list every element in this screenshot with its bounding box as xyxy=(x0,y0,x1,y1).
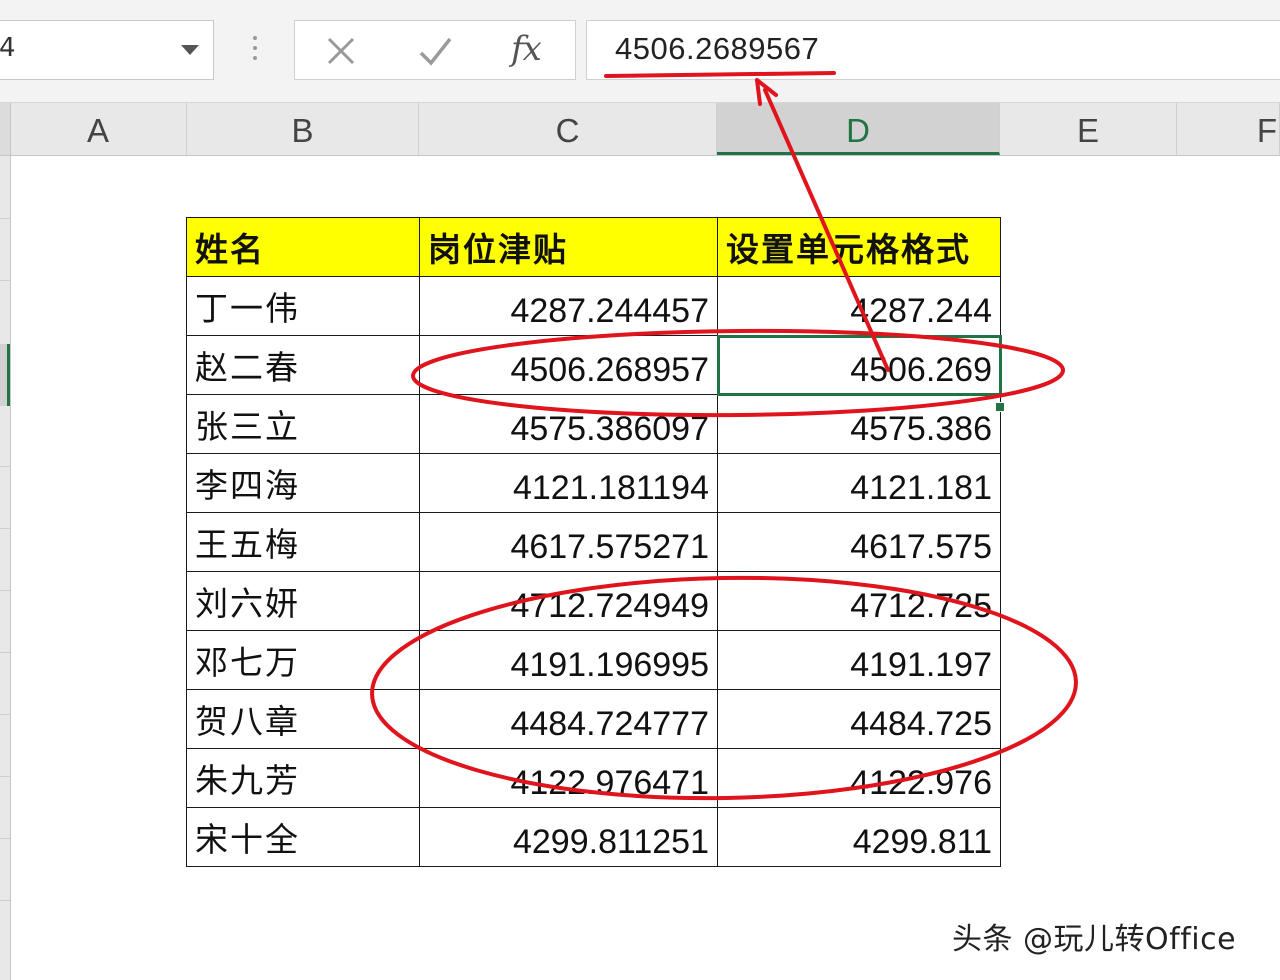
allowance-cell[interactable]: 4299.811251 xyxy=(419,807,718,867)
column-header-a[interactable]: A xyxy=(10,103,187,155)
insert-function-icon[interactable]: fx xyxy=(511,29,542,69)
column-header-c[interactable]: C xyxy=(419,103,717,155)
formatted-cell[interactable]: 4617.575 xyxy=(717,512,1001,572)
name-box[interactable]: 4 xyxy=(0,20,214,80)
name-cell[interactable]: 丁一伟 xyxy=(186,276,420,336)
chevron-down-icon[interactable] xyxy=(181,45,199,55)
allowance-cell[interactable]: 4617.575271 xyxy=(419,512,718,572)
formatted-cell[interactable]: 4575.386 xyxy=(717,394,1001,454)
name-box-value: 4 xyxy=(0,33,16,63)
allowance-cell[interactable]: 4484.724777 xyxy=(419,689,718,749)
name-cell[interactable]: 王五梅 xyxy=(186,512,420,572)
formatted-cell[interactable]: 4191.197 xyxy=(717,630,1001,690)
column-header-e[interactable]: E xyxy=(1000,103,1177,155)
allowance-cell[interactable]: 4506.268957 xyxy=(419,335,718,395)
check-icon[interactable] xyxy=(415,31,455,71)
header-cell-formatted[interactable]: 设置单元格格式 xyxy=(717,217,1001,277)
name-cell[interactable]: 刘六妍 xyxy=(186,571,420,631)
allowance-cell[interactable]: 4122.976471 xyxy=(419,748,718,808)
active-row-header[interactable] xyxy=(0,344,10,406)
name-cell[interactable]: 赵二春 xyxy=(186,335,420,395)
table-row: 王五梅 4617.575271 4617.575 xyxy=(186,512,1001,572)
table-row: 邓七万 4191.196995 4191.197 xyxy=(186,630,1001,690)
table-header-row: 姓名 岗位津贴 设置单元格格式 xyxy=(186,217,1001,277)
formula-buttons: fx xyxy=(294,20,576,80)
allowance-cell[interactable]: 4191.196995 xyxy=(419,630,718,690)
formatted-cell[interactable]: 4122.976 xyxy=(717,748,1001,808)
formatted-cell[interactable]: 4299.811 xyxy=(717,807,1001,867)
formula-input[interactable]: 4506.2689567 xyxy=(586,20,1280,80)
table-row: 朱九芳 4122.976471 4122.976 xyxy=(186,748,1001,808)
name-cell[interactable]: 邓七万 xyxy=(186,630,420,690)
table-row: 宋十全 4299.811251 4299.811 xyxy=(186,807,1001,867)
table-row: 贺八章 4484.724777 4484.725 xyxy=(186,689,1001,749)
column-header-f[interactable]: F xyxy=(1177,103,1280,155)
allowance-cell[interactable]: 4712.724949 xyxy=(419,571,718,631)
data-table: 姓名 岗位津贴 设置单元格格式 丁一伟 4287.244457 4287.244… xyxy=(186,217,1002,867)
table-row: 张三立 4575.386097 4575.386 xyxy=(186,394,1001,454)
column-header-d[interactable]: D xyxy=(717,103,1000,155)
table-row: 赵二春 4506.268957 4506.269 xyxy=(186,334,1002,396)
formatted-cell[interactable]: 4712.725 xyxy=(717,571,1001,631)
fill-handle[interactable] xyxy=(995,402,1005,412)
name-cell[interactable]: 贺八章 xyxy=(186,689,420,749)
formatted-cell[interactable]: 4121.181 xyxy=(717,453,1001,513)
header-cell-allowance[interactable]: 岗位津贴 xyxy=(419,217,718,277)
allowance-cell[interactable]: 4287.244457 xyxy=(419,276,718,336)
table-row: 丁一伟 4287.244457 4287.244 xyxy=(186,276,1001,336)
allowance-cell[interactable]: 4121.181194 xyxy=(419,453,718,513)
active-formatted-cell[interactable]: 4506.269 xyxy=(716,334,1002,396)
formula-bar: 4 fx 4506.2689567 xyxy=(0,0,1280,103)
allowance-cell[interactable]: 4575.386097 xyxy=(419,394,718,454)
formula-value: 4506.2689567 xyxy=(615,31,820,66)
column-header-b[interactable]: B xyxy=(187,103,419,155)
formatted-cell[interactable]: 4287.244 xyxy=(717,276,1001,336)
row-headers[interactable] xyxy=(0,156,11,980)
x-icon[interactable] xyxy=(321,31,361,71)
formatted-cell[interactable]: 4484.725 xyxy=(717,689,1001,749)
table-row: 刘六妍 4712.724949 4712.725 xyxy=(186,571,1001,631)
column-headers: A B C D E F xyxy=(0,103,1280,156)
name-cell[interactable]: 张三立 xyxy=(186,394,420,454)
drag-handle-icon[interactable] xyxy=(250,36,260,66)
name-cell[interactable]: 朱九芳 xyxy=(186,748,420,808)
table-row: 李四海 4121.181194 4121.181 xyxy=(186,453,1001,513)
name-cell[interactable]: 宋十全 xyxy=(186,807,420,867)
header-cell-name[interactable]: 姓名 xyxy=(186,217,420,277)
name-cell[interactable]: 李四海 xyxy=(186,453,420,513)
watermark: 头条 @玩儿转Office xyxy=(952,922,1237,957)
